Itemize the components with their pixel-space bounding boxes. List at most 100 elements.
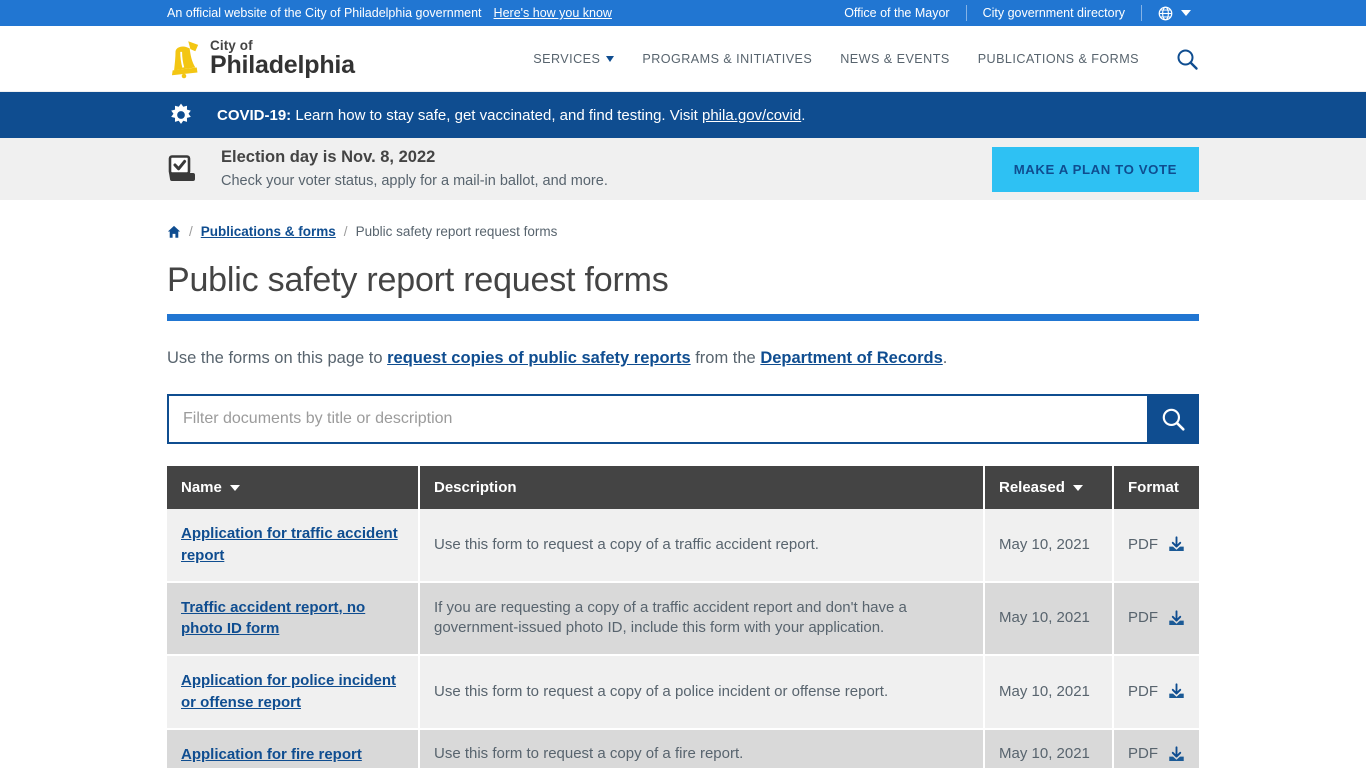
breadcrumb: / Publications & forms / Public safety r… [167,224,1199,239]
format-label: PDF [1128,609,1158,627]
main-navigation: SERVICES PROGRAMS & INITIATIVES NEWS & E… [519,47,1199,71]
search-icon [1177,49,1198,70]
column-label: Released [999,479,1065,497]
breadcrumb-current: Public safety report request forms [355,224,558,239]
page-title: Public safety report request forms [167,261,669,299]
download-icon[interactable] [1168,535,1185,554]
nav-label: NEWS & EVENTS [840,51,950,66]
election-title: Election day is Nov. 8, 2022 [221,147,436,166]
document-link[interactable]: Traffic accident report, no photo ID for… [181,599,365,638]
cell-description: If you are requesting a copy of a traffi… [419,581,985,657]
liberty-bell-icon [171,40,199,78]
utility-bar: An official website of the City of Phila… [0,0,1366,26]
covid-alert-banner: COVID-19: Learn how to stay safe, get va… [0,92,1366,138]
intro-prefix: Use the forms on this page to [167,349,388,368]
chevron-down-icon [606,55,615,62]
home-icon [167,225,181,238]
cell-name: Application for fire report [167,728,420,768]
title-underline-rule [167,314,1199,322]
virus-icon [171,103,191,124]
column-header-name[interactable]: Name [167,466,420,510]
cell-description: Use this form to request a copy of a tra… [419,509,985,583]
download-icon[interactable] [1168,745,1185,764]
column-label: Name [181,479,222,497]
city-government-directory-link[interactable]: City government directory [967,6,1141,20]
table-header-row: Name Description Released Format [167,466,1199,510]
column-label: Format [1128,479,1179,497]
search-input[interactable] [167,394,1147,445]
document-link[interactable]: Application for traffic accident report [181,525,398,564]
cell-format: PDF [1113,581,1199,657]
download-icon[interactable] [1168,682,1185,701]
nav-item-services[interactable]: SERVICES [519,52,628,66]
sort-caret-icon [229,484,240,491]
cell-released: May 10, 2021 [984,509,1114,583]
logo-philadelphia-label: Philadelphia [210,51,355,80]
breadcrumb-parent-link[interactable]: Publications & forms [201,224,336,239]
search-icon [1162,408,1185,431]
chevron-down-icon [1181,10,1191,16]
column-header-description: Description [419,466,985,510]
nav-item-publications-forms[interactable]: PUBLICATIONS & FORMS [964,52,1153,66]
search-submit-button[interactable] [1147,394,1199,445]
covid-alert-text: COVID-19: Learn how to stay safe, get va… [217,107,805,124]
format-label: PDF [1128,682,1158,700]
covid-label: COVID-19: [217,106,292,124]
column-label: Description [434,479,517,497]
nav-item-programs-initiatives[interactable]: PROGRAMS & INITIATIVES [628,52,826,66]
format-label: PDF [1128,745,1158,763]
cell-format: PDF [1113,655,1199,730]
column-header-released[interactable]: Released [984,466,1114,510]
covid-period: . [801,106,806,124]
nav-label: PROGRAMS & INITIATIVES [642,51,813,66]
intro-suffix: . [942,349,948,368]
breadcrumb-separator: / [343,224,348,239]
nav-item-news-events[interactable]: NEWS & EVENTS [826,52,963,66]
intro-middle: from the [690,349,761,368]
site-header: City of Philadelphia SERVICES PROGRAMS &… [0,26,1366,92]
main-content: / Publications & forms / Public safety r… [0,200,1366,768]
cell-name: Application for traffic accident report [167,509,420,583]
table-row: Traffic accident report, no photo ID for… [167,581,1199,657]
office-of-the-mayor-link[interactable]: Office of the Mayor [828,6,965,20]
make-a-plan-to-vote-button[interactable]: MAKE A PLAN TO VOTE [991,146,1199,192]
site-logo[interactable]: City of Philadelphia [167,39,355,79]
header-search-button[interactable] [1153,47,1199,71]
download-icon[interactable] [1168,609,1185,628]
cell-format: PDF [1113,728,1199,768]
cell-format: PDF [1113,509,1199,583]
cell-name: Application for police incident or offen… [167,655,420,730]
cell-name: Traffic accident report, no photo ID for… [167,581,420,657]
language-selector[interactable] [1142,6,1199,21]
intro-link-request-copies[interactable]: request copies of public safety reports [387,349,691,367]
globe-icon [1158,6,1173,20]
covid-body: Learn how to stay safe, get vaccinated, … [291,106,702,124]
breadcrumb-separator: / [189,224,193,239]
official-site-notice: An official website of the City of Phila… [167,6,482,20]
sort-caret-icon [1072,484,1083,491]
document-link[interactable]: Application for police incident or offen… [181,672,396,711]
table-row: Application for police incident or offen… [167,655,1199,730]
document-link[interactable]: Application for fire report [181,746,362,763]
table-row: Application for traffic accident report … [167,509,1199,583]
intro-link-department-of-records[interactable]: Department of Records [760,349,942,367]
document-filter-form [167,394,1199,445]
intro-paragraph: Use the forms on this page to request co… [167,347,1199,370]
column-header-format: Format [1113,466,1199,510]
cell-description: Use this form to request a copy of a fir… [419,728,985,768]
cell-released: May 10, 2021 [984,581,1114,657]
breadcrumb-home-link[interactable] [167,225,181,239]
heres-how-you-know-link[interactable]: Here's how you know [494,6,612,20]
covid-link[interactable]: phila.gov/covid [702,107,801,124]
logo-city-label: City of [210,37,253,53]
cell-released: May 10, 2021 [984,728,1114,768]
nav-label: PUBLICATIONS & FORMS [977,51,1139,66]
table-row: Application for fire report Use this for… [167,728,1199,768]
ballot-box-icon [168,155,195,181]
cell-released: May 10, 2021 [984,655,1114,730]
format-label: PDF [1128,535,1158,553]
nav-label: SERVICES [533,51,601,66]
cell-description: Use this form to request a copy of a pol… [419,655,985,730]
election-subtitle: Check your voter status, apply for a mai… [221,172,608,189]
election-alert-banner: Election day is Nov. 8, 2022 Check your … [0,138,1366,200]
